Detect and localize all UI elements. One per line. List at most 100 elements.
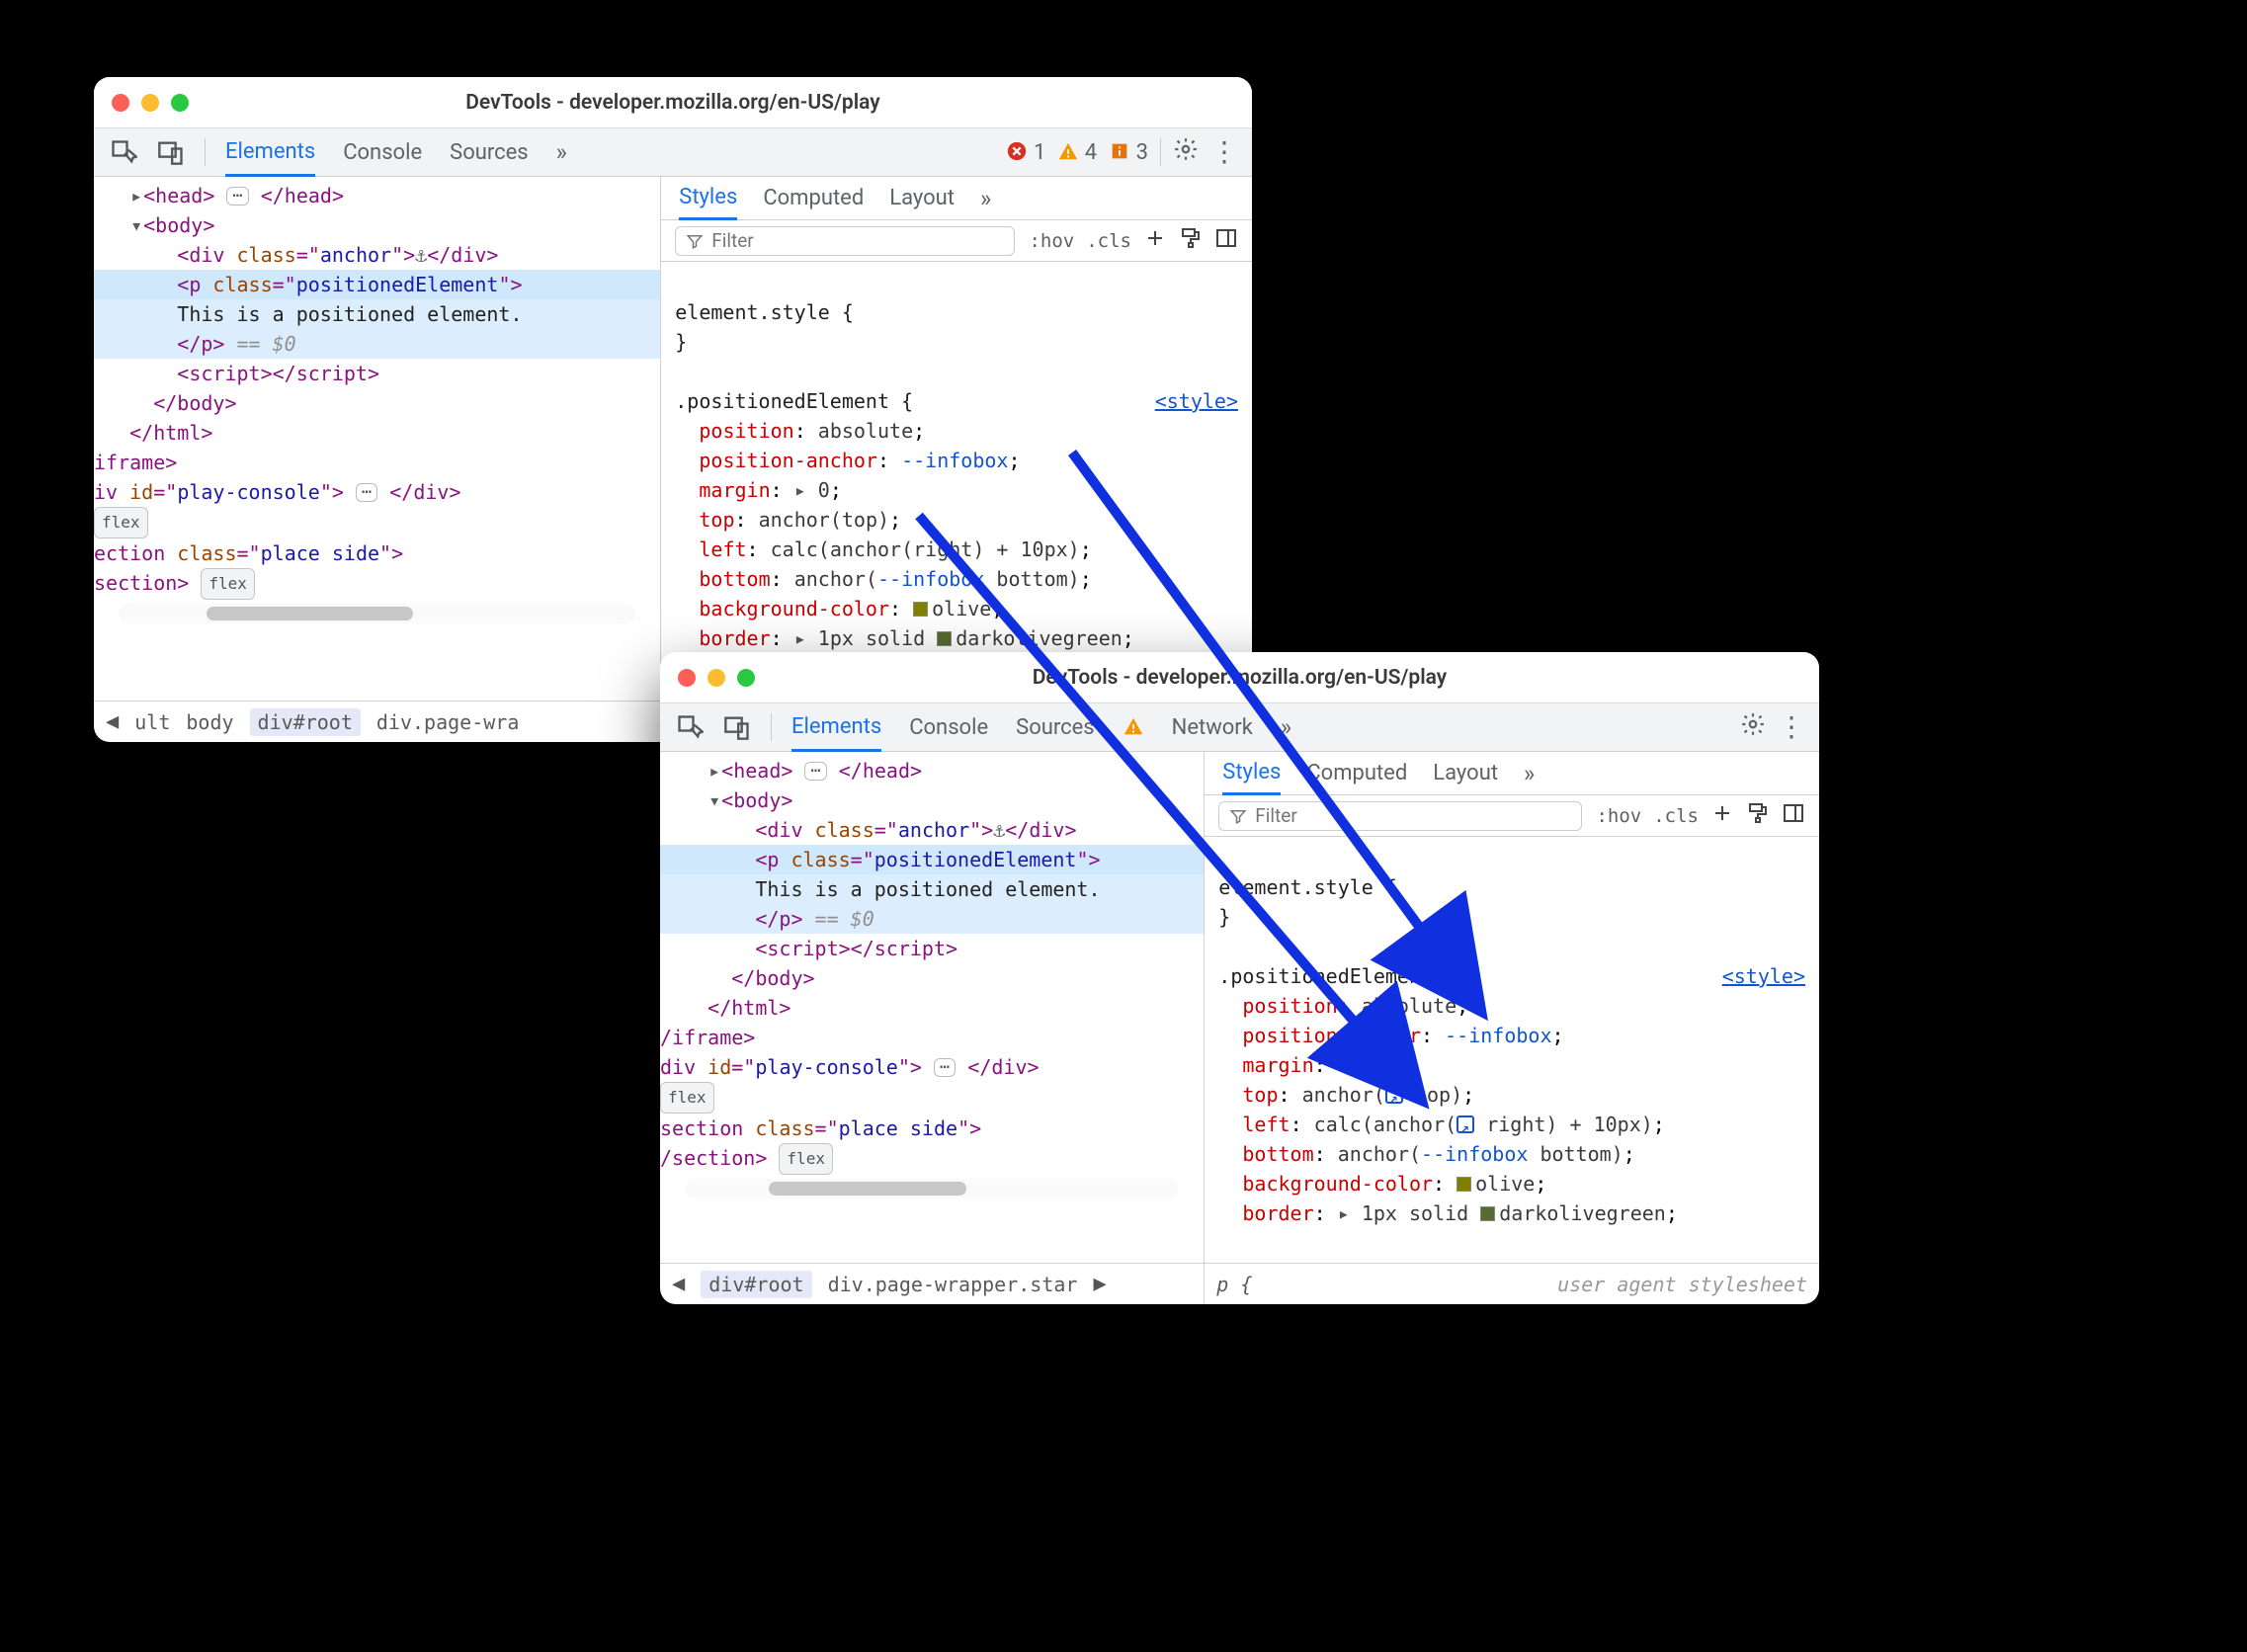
dom-node-html-close[interactable]: </html>	[94, 418, 660, 448]
device-icon[interactable]	[723, 713, 751, 741]
dom-node-body-close[interactable]: </body>	[660, 963, 1204, 993]
subtabs-overflow-icon[interactable]: »	[1524, 760, 1535, 787]
inspect-icon[interactable]	[676, 713, 704, 741]
dom-node-html-close[interactable]: </html>	[660, 993, 1204, 1023]
tab-console[interactable]: Console	[343, 128, 422, 176]
dom-node-script[interactable]: <script></script>	[660, 934, 1204, 963]
breadcrumb-item-selected[interactable]: div#root	[701, 1271, 811, 1298]
dom-node-section-close[interactable]: section> flex	[94, 568, 660, 600]
dom-node-div-anchor[interactable]: <div class="anchor">⚓</div>	[94, 240, 660, 270]
new-rule-icon[interactable]	[1143, 226, 1167, 255]
maximize-icon[interactable]	[737, 669, 755, 687]
dom-tree[interactable]: ▸<head> ⋯ </head> ▾<body> <div class="an…	[94, 177, 660, 701]
close-icon[interactable]	[112, 94, 129, 112]
color-swatch-darkolivegreen[interactable]	[937, 631, 952, 646]
horizontal-scrollbar[interactable]	[119, 604, 635, 623]
breadcrumb-item[interactable]: ult	[134, 710, 170, 734]
dom-node-section[interactable]: section class="place side">	[660, 1114, 1204, 1143]
dom-node-body[interactable]: ▾<body>	[94, 210, 660, 240]
subtab-computed[interactable]: Computed	[1306, 761, 1407, 785]
dom-flex-badge-row[interactable]: flex	[660, 1082, 1204, 1114]
style-source-link[interactable]: <style>	[1155, 386, 1238, 416]
dom-node-body-close[interactable]: </body>	[94, 388, 660, 418]
more-icon[interactable]: ⋮	[1778, 713, 1805, 741]
dom-node-body[interactable]: ▾<body>	[660, 785, 1204, 815]
color-swatch-olive[interactable]	[913, 602, 928, 617]
dom-node-script[interactable]: <script></script>	[94, 359, 660, 388]
warn-badge[interactable]: 4	[1057, 140, 1097, 165]
settings-icon[interactable]	[1173, 136, 1199, 168]
inspect-icon[interactable]	[110, 138, 137, 166]
horizontal-scrollbar[interactable]	[685, 1179, 1179, 1198]
cls-toggle[interactable]: .cls	[1653, 805, 1699, 827]
settings-icon[interactable]	[1740, 711, 1766, 743]
panel-toggle-icon[interactable]	[1214, 226, 1238, 255]
breadcrumb-item[interactable]: div.page-wrapper.star	[828, 1273, 1078, 1296]
tabs-overflow-icon[interactable]: »	[556, 128, 567, 176]
warn-badge[interactable]	[1123, 715, 1144, 740]
tab-elements[interactable]: Elements	[225, 129, 315, 177]
dom-flex-badge-row[interactable]: flex	[94, 507, 660, 538]
tab-sources[interactable]: Sources	[450, 128, 529, 176]
minimize-icon[interactable]	[141, 94, 159, 112]
breadcrumb-left-icon[interactable]: ◀	[106, 709, 119, 734]
titlebar[interactable]: DevTools - developer.mozilla.org/en-US/p…	[94, 77, 1252, 128]
dom-node-p-text[interactable]: This is a positioned element.	[660, 874, 1204, 904]
dom-node-section-close[interactable]: /section> flex	[660, 1143, 1204, 1175]
dom-node-p-text[interactable]: This is a positioned element.	[94, 299, 660, 329]
subtab-styles[interactable]: Styles	[679, 178, 737, 220]
close-icon[interactable]	[678, 669, 696, 687]
filter-input[interactable]: Filter	[1218, 801, 1582, 831]
style-source-link[interactable]: <style>	[1722, 961, 1805, 991]
paint-icon[interactable]	[1746, 801, 1770, 830]
hov-toggle[interactable]: :hov	[1029, 230, 1074, 252]
tab-sources[interactable]: Sources	[1016, 703, 1095, 751]
paint-icon[interactable]	[1179, 226, 1203, 255]
tabs-overflow-icon[interactable]: »	[1281, 703, 1291, 751]
dom-node-p-close[interactable]: </p> == $0	[660, 904, 1204, 934]
error-badge[interactable]: 1	[1006, 140, 1045, 165]
dom-node-play-console[interactable]: iv id="play-console"> ⋯ </div>	[94, 477, 660, 507]
minimize-icon[interactable]	[707, 669, 725, 687]
info-badge[interactable]: 3	[1109, 140, 1148, 165]
breadcrumb-item[interactable]: body	[186, 710, 233, 734]
dom-node-p-selected[interactable]: <p class="positionedElement">	[660, 845, 1204, 874]
subtab-layout[interactable]: Layout	[889, 186, 955, 210]
open-link-icon[interactable]	[1456, 1115, 1474, 1133]
subtabs-overflow-icon[interactable]: »	[980, 185, 991, 212]
subtab-layout[interactable]: Layout	[1433, 761, 1498, 785]
dom-node-play-console[interactable]: div id="play-console"> ⋯ </div>	[660, 1052, 1204, 1082]
device-icon[interactable]	[157, 138, 185, 166]
dom-node-iframe-close[interactable]: iframe>	[94, 448, 660, 477]
styles-body[interactable]: element.style { } .positionedElement {<s…	[1205, 837, 1819, 1263]
dom-node-iframe-close[interactable]: /iframe>	[660, 1023, 1204, 1052]
subtab-styles[interactable]: Styles	[1222, 753, 1281, 795]
color-swatch-darkolivegreen[interactable]	[1480, 1206, 1495, 1221]
titlebar[interactable]: DevTools - developer.mozilla.org/en-US/p…	[660, 652, 1819, 703]
subtab-computed[interactable]: Computed	[763, 186, 864, 210]
tab-elements[interactable]: Elements	[791, 704, 881, 752]
dom-node-section[interactable]: ection class="place side">	[94, 538, 660, 568]
maximize-icon[interactable]	[171, 94, 189, 112]
color-swatch-olive[interactable]	[1456, 1177, 1471, 1192]
dom-node-head[interactable]: ▸<head> ⋯ </head>	[94, 181, 660, 210]
dom-tree[interactable]: ▸<head> ⋯ </head> ▾<body> <div class="an…	[660, 752, 1204, 1263]
new-rule-icon[interactable]	[1710, 801, 1734, 830]
tab-network[interactable]: Network	[1172, 703, 1253, 751]
breadcrumb-item-selected[interactable]: div#root	[250, 708, 361, 736]
dom-node-div-anchor[interactable]: <div class="anchor">⚓</div>	[660, 815, 1204, 845]
panel-toggle-icon[interactable]	[1782, 801, 1805, 830]
styles-body[interactable]: element.style { } .positionedElement {<s…	[661, 262, 1252, 701]
hov-toggle[interactable]: :hov	[1596, 805, 1641, 827]
dom-node-p-selected[interactable]: <p class="positionedElement">	[94, 270, 660, 299]
cls-toggle[interactable]: .cls	[1086, 230, 1131, 252]
dom-node-head[interactable]: ▸<head> ⋯ </head>	[660, 756, 1204, 785]
more-icon[interactable]: ⋮	[1210, 138, 1238, 166]
breadcrumb-item[interactable]: div.page-wra	[376, 710, 520, 734]
breadcrumb-left-icon[interactable]: ◀	[672, 1272, 685, 1296]
tab-console[interactable]: Console	[909, 703, 988, 751]
filter-input[interactable]: Filter	[675, 226, 1015, 256]
breadcrumb-right-icon[interactable]: ▶	[1093, 1272, 1106, 1296]
open-link-icon[interactable]	[1385, 1086, 1403, 1104]
dom-node-p-close[interactable]: </p> == $0	[94, 329, 660, 359]
